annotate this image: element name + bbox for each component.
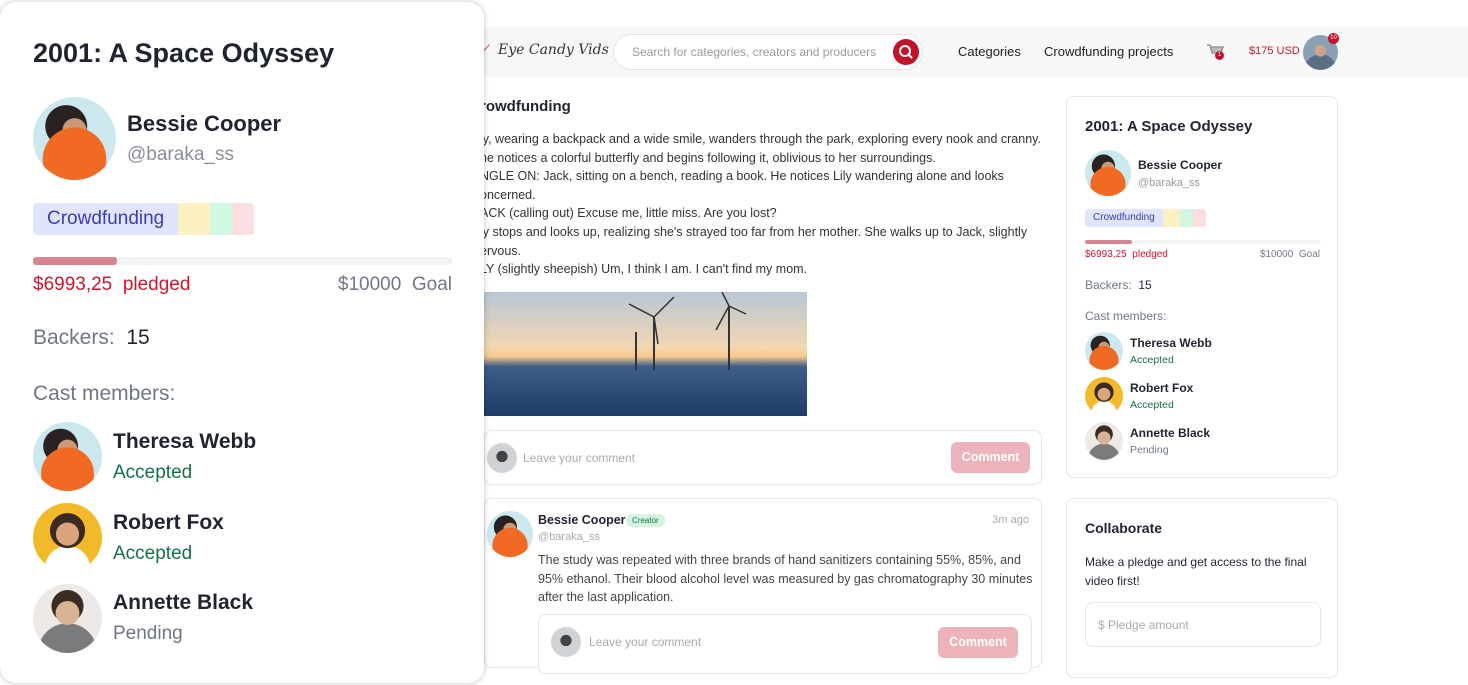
- creator-name[interactable]: Bessie Cooper: [1138, 158, 1222, 172]
- cast-name[interactable]: Robert Fox: [113, 511, 224, 535]
- reply-button[interactable]: Comment: [938, 627, 1018, 658]
- cast-label: Cast members:: [1085, 309, 1167, 323]
- comment-input[interactable]: Leave your comment: [523, 451, 635, 465]
- tag-crowdfunding[interactable]: Crowdfunding: [1085, 209, 1163, 227]
- creator-handle: @baraka_ss: [1138, 177, 1200, 189]
- creator-avatar: [1085, 150, 1131, 196]
- cast-avatar: [1085, 422, 1123, 460]
- collaborate-title: Collaborate: [1085, 520, 1163, 536]
- cast-status: Pending: [113, 623, 183, 644]
- search-input[interactable]: Search for categories, creators and prod…: [613, 34, 923, 70]
- comment-handle: @baraka_ss: [538, 531, 600, 543]
- cast-status: Accepted: [1130, 399, 1174, 411]
- cast-name[interactable]: Theresa Webb: [1130, 336, 1212, 350]
- cast-avatar: [1085, 377, 1123, 415]
- creator-avatar: [33, 97, 116, 180]
- tag-crowdfunding[interactable]: Crowdfunding: [33, 203, 179, 235]
- cast-avatar: [33, 584, 102, 653]
- pledged-amount: $6993,25 pledged: [1085, 249, 1168, 260]
- cast-avatar: [33, 422, 102, 491]
- logo[interactable]: Eye Candy Vids: [498, 42, 609, 58]
- project-title: 2001: A Space Odyssey: [33, 38, 335, 68]
- comment-box: Leave your comment Comment: [484, 430, 1042, 485]
- cast-name[interactable]: Annette Black: [113, 591, 253, 615]
- search-icon: [899, 45, 913, 59]
- balance: $175 USD: [1249, 45, 1300, 57]
- tag-row: Crowdfunding: [33, 203, 255, 235]
- progress-fill: [1085, 240, 1133, 244]
- comment-card: Bessie Cooper Creator @baraka_ss 3m ago …: [484, 498, 1042, 674]
- progress-bar: [1085, 240, 1321, 244]
- comment-author-avatar: [487, 511, 533, 557]
- progress-fill: [33, 257, 117, 265]
- reply-box: Leave your comment Comment: [538, 614, 1032, 674]
- wind-turbine-image: [484, 291, 807, 416]
- backers: Backers: 15: [1085, 278, 1152, 292]
- goal-amount: $10000 Goal: [337, 274, 452, 295]
- collaborate-text: Make a pledge and get access to the fina…: [1085, 555, 1307, 588]
- cast-status: Accepted: [113, 543, 193, 564]
- cast-name[interactable]: Robert Fox: [1130, 381, 1193, 395]
- comment-author[interactable]: Bessie Cooper: [538, 513, 626, 527]
- notification-badge: 10: [1328, 33, 1339, 44]
- project-card: 2001: A Space Odyssey Bessie Cooper @bar…: [1066, 96, 1338, 478]
- nav-categories[interactable]: Categories: [958, 44, 1021, 59]
- pledge-amount-input[interactable]: $ Pledge amount: [1085, 602, 1321, 647]
- reply-input[interactable]: Leave your comment: [589, 635, 701, 649]
- comment-button[interactable]: Comment: [951, 442, 1030, 473]
- backers: Backers: 15: [33, 326, 150, 349]
- cast-status: Accepted: [113, 462, 193, 483]
- comment-time: 3m ago: [992, 514, 1029, 526]
- cart-button[interactable]: 1: [1206, 42, 1225, 60]
- cast-name[interactable]: Theresa Webb: [113, 430, 256, 454]
- creator-badge: Creator: [626, 514, 665, 527]
- cast-status: Accepted: [1130, 354, 1174, 366]
- story-text: ly, wearing a backpack and a wide smile,…: [480, 132, 1041, 277]
- cast-avatar: [1085, 332, 1123, 370]
- nav-crowdfunding-projects[interactable]: Crowdfunding projects: [1044, 44, 1173, 59]
- cast-name[interactable]: Annette Black: [1130, 426, 1210, 440]
- tag-row: Crowdfunding: [1085, 209, 1206, 227]
- cast-label: Cast members:: [33, 382, 176, 405]
- search-button[interactable]: [893, 39, 919, 65]
- project-card-zoomed: 2001: A Space Odyssey Bessie Cooper @bar…: [0, 2, 484, 683]
- comment-body: The study was repeated with three brands…: [538, 553, 1033, 605]
- reply-avatar: [551, 627, 581, 657]
- goal-amount: $10000 Goal: [1259, 249, 1320, 260]
- cast-avatar: [33, 503, 102, 572]
- progress-bar: [33, 257, 452, 265]
- section-title: rowdfunding: [480, 98, 571, 115]
- pledged-amount: $6993,25 pledged: [33, 274, 191, 295]
- collaborate-card: Collaborate Make a pledge and get access…: [1066, 498, 1338, 678]
- project-title: 2001: A Space Odyssey: [1085, 118, 1253, 135]
- cast-status: Pending: [1130, 444, 1169, 456]
- my-avatar: [487, 443, 517, 473]
- search-placeholder: Search for categories, creators and prod…: [632, 45, 877, 59]
- cart-badge: 1: [1215, 51, 1224, 60]
- creator-handle: @baraka_ss: [127, 144, 234, 165]
- creator-name[interactable]: Bessie Cooper: [127, 111, 281, 137]
